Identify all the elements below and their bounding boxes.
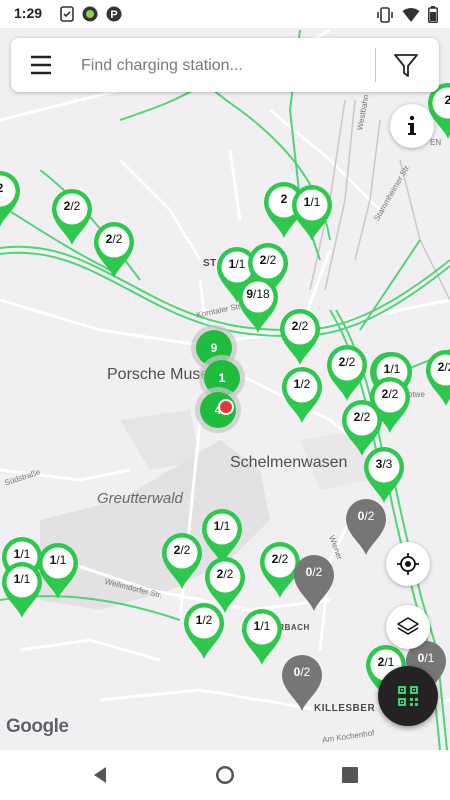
station-availability-label: 2/2 — [381, 387, 399, 401]
filter-icon[interactable] — [391, 50, 421, 80]
info-icon — [408, 115, 416, 135]
status-bar: 1:29 P — [0, 0, 450, 28]
layers-icon — [397, 617, 419, 635]
station-availability-label: 1/1 — [253, 619, 271, 633]
info-button[interactable] — [390, 104, 434, 148]
status-time: 1:29 — [14, 5, 43, 21]
station-pin[interactable]: 1/1 — [290, 184, 334, 242]
station-pin[interactable]: 0/2 — [280, 654, 324, 712]
station-availability-label: 2/2 — [437, 360, 450, 374]
station-availability-label: 2/2 — [63, 199, 81, 213]
home-icon[interactable] — [213, 763, 237, 787]
station-availability-label: 2/2 — [259, 253, 277, 267]
vibrate-icon — [377, 6, 393, 23]
station-pin[interactable]: 2/2 — [424, 349, 450, 407]
station-pin[interactable]: 0/2 — [344, 498, 388, 556]
map-label-porsche: Porsche Muse — [107, 366, 210, 383]
station-pin[interactable]: 1/1 — [0, 561, 44, 619]
station-availability-label: 2 — [444, 93, 450, 107]
map-view[interactable]: Porsche Muse Schelmenwasen Greutterwald … — [0, 28, 450, 750]
map-label-schelmenwasen: Schelmenwasen — [230, 454, 348, 471]
station-pin[interactable]: 2/2 — [368, 376, 412, 434]
station-pin[interactable]: 2/2 — [160, 532, 204, 590]
qr-scan-button[interactable] — [378, 666, 438, 726]
station-availability-label: 0/2 — [305, 565, 323, 579]
station-availability-label: 2/2 — [216, 567, 234, 581]
qr-code-scanner-icon — [398, 686, 418, 706]
station-pin[interactable]: 2/2 — [325, 344, 369, 402]
station-pin[interactable]: 2 — [0, 170, 22, 228]
station-pin[interactable]: 3/3 — [362, 446, 406, 504]
station-availability-label: 2/2 — [173, 543, 191, 557]
system-nav-bar — [0, 750, 450, 800]
station-pin[interactable]: 2/2 — [278, 308, 322, 366]
search-divider — [375, 48, 376, 82]
station-availability-label: 0/2 — [357, 509, 375, 523]
layers-button[interactable] — [386, 605, 430, 649]
map-label-greutterwald: Greutterwald — [97, 490, 183, 507]
wifi-icon — [402, 7, 420, 22]
station-pin[interactable]: 0/2 — [292, 554, 336, 612]
my-location-button[interactable] — [386, 542, 430, 586]
station-availability-label: 2/2 — [291, 319, 309, 333]
station-availability-label: 1/2 — [195, 613, 213, 627]
station-availability-label: 1/1 — [383, 362, 401, 376]
station-availability-label: 2/2 — [338, 355, 356, 369]
station-pin[interactable]: 1/2 — [280, 366, 324, 424]
android-icon — [82, 6, 98, 22]
station-availability-label: 2/2 — [105, 232, 123, 246]
station-pin[interactable]: 2/2 — [92, 221, 136, 279]
station-availability-label: 0/2 — [293, 665, 311, 679]
station-cluster[interactable]: 1 — [204, 360, 240, 396]
station-availability-label: 1/2 — [293, 377, 311, 391]
station-pin[interactable]: 1/1 — [240, 608, 284, 666]
menu-icon[interactable] — [29, 54, 53, 76]
station-availability-label: 3/3 — [375, 457, 393, 471]
battery-saver-icon — [60, 6, 74, 22]
station-pin[interactable]: 9/18 — [236, 276, 280, 334]
station-availability-label: 0/1 — [417, 651, 435, 665]
search-bar — [11, 38, 439, 92]
p-icon: P — [106, 6, 122, 22]
search-input[interactable] — [79, 52, 373, 80]
station-pin[interactable]: 1/2 — [182, 602, 226, 660]
station-pin[interactable]: 2/2 — [50, 188, 94, 246]
google-logo: Google — [6, 716, 69, 737]
svg-text:P: P — [110, 9, 117, 21]
station-availability-label: 1/1 — [303, 195, 321, 209]
station-availability-label: 1/1 — [13, 572, 31, 586]
current-location-marker — [218, 399, 234, 415]
station-availability-label: 9/18 — [246, 287, 270, 301]
status-system-icons — [376, 6, 438, 23]
status-notification-icons: P — [60, 6, 122, 22]
station-availability-label: 2 — [0, 181, 22, 195]
back-icon[interactable] — [88, 763, 112, 787]
my-location-icon — [397, 553, 419, 575]
recents-icon[interactable] — [338, 763, 362, 787]
battery-icon — [428, 6, 438, 23]
station-availability-label: 1/1 — [213, 519, 231, 533]
